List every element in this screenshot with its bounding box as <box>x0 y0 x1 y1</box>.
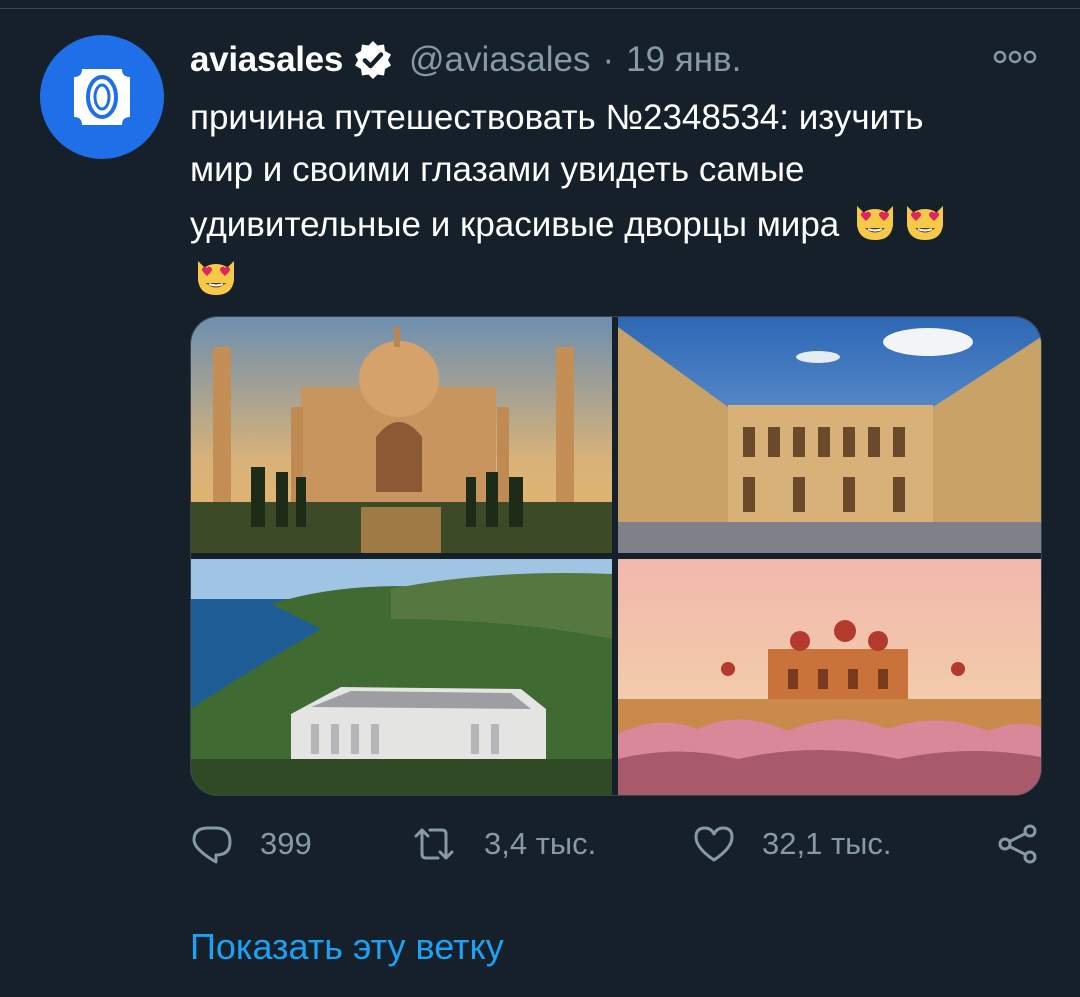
tweet-date[interactable]: 19 янв. <box>626 40 741 80</box>
media-grid <box>190 316 1042 796</box>
retweet-count: 3,4 тыс. <box>484 826 597 861</box>
tweet-text-line-2: мир и своими глазами увидеть самые <box>190 150 805 189</box>
reply-count: 399 <box>260 826 312 861</box>
show-thread-link[interactable]: Показать эту ветку <box>190 926 504 968</box>
like-action[interactable]: 32,1 тыс. <box>692 822 892 866</box>
tweet-header: aviasales @aviasales · 19 янв. <box>190 38 741 82</box>
top-divider <box>0 8 1080 9</box>
more-options-icon[interactable] <box>990 42 1040 72</box>
heart-eyes-cat-emoji <box>197 260 235 296</box>
separator-dot: · <box>602 40 615 79</box>
seaside-palace-photo[interactable] <box>191 559 612 795</box>
tweet-actions: 399 3,4 тыс. 32,1 тыс. <box>0 822 1080 872</box>
retweet-action[interactable]: 3,4 тыс. <box>410 822 596 866</box>
user-handle[interactable]: @aviasales <box>409 40 590 80</box>
versailles-palace-photo[interactable] <box>618 317 1041 553</box>
reply-action[interactable]: 399 <box>190 822 312 866</box>
avatar[interactable] <box>40 35 164 159</box>
aviasales-logo-icon <box>74 69 130 125</box>
heart-eyes-cat-emoji <box>856 205 894 241</box>
share-action[interactable] <box>996 822 1040 866</box>
reply-icon <box>192 826 232 864</box>
share-icon <box>998 824 1037 864</box>
tweet-text-line-1: причина путешествовать №2348534: изучить <box>190 98 924 137</box>
taj-mahal-photo[interactable] <box>191 317 612 553</box>
retweet-icon <box>414 828 454 860</box>
display-name[interactable]: aviasales <box>190 40 343 80</box>
heart-icon <box>694 826 734 862</box>
mysore-palace-photo[interactable] <box>618 559 1041 795</box>
heart-eyes-cat-emoji <box>906 205 944 241</box>
verified-badge-icon <box>355 41 392 79</box>
tweet-text: причина путешествовать №2348534: изучить… <box>190 92 1050 306</box>
tweet-text-line-3: удивительные и красивые дворцы мира <box>190 205 840 244</box>
like-count: 32,1 тыс. <box>762 826 892 861</box>
